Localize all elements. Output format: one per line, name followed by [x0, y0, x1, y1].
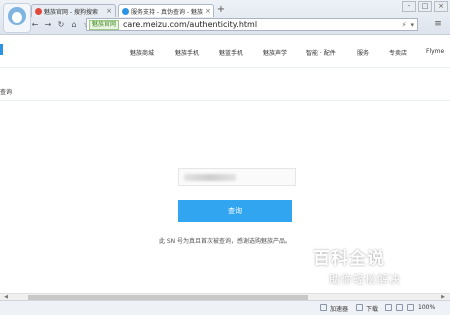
watermark-logo: 百科全说 助你轻松解决 — [313, 244, 408, 292]
meizu-icon — [122, 7, 129, 15]
download-label[interactable]: 下载 — [366, 304, 378, 313]
nav-item-mall[interactable]: 魅族商城 — [130, 48, 154, 57]
divider — [0, 100, 450, 101]
minimize-button[interactable]: - — [402, 1, 416, 12]
address-actions: ⚡ ▾ — [402, 21, 417, 29]
user-avatar[interactable] — [3, 3, 31, 33]
maximize-button[interactable]: □ — [418, 1, 432, 12]
sound-icon[interactable] — [396, 304, 403, 311]
zoom-level[interactable]: 100% — [418, 304, 435, 311]
address-url[interactable]: care.meizu.com/authenticity.html — [123, 20, 257, 29]
close-tab-icon[interactable]: × — [203, 7, 211, 15]
menu-icon[interactable]: ≡ — [432, 19, 444, 30]
new-tab-button[interactable]: + — [215, 4, 227, 16]
tab-label: 服务支持 - 真伪查询 - 魅族 — [131, 8, 203, 16]
lightning-icon[interactable]: ⚡ — [402, 21, 407, 29]
nav-buttons: ← → ↻ ⌂ ☆ — [30, 18, 92, 32]
blurred-sn-value — [184, 174, 236, 181]
watermark-title: 百科全说 — [313, 249, 385, 269]
home-icon[interactable]: ⌂ — [69, 20, 79, 30]
nav-item-stores[interactable]: 专卖店 — [389, 48, 407, 57]
status-bar: 加速器 下载 100% — [0, 300, 450, 315]
nav-item-phones[interactable]: 魅族手机 — [175, 48, 199, 57]
tab-label: 魅族官网 - 搜狗搜索 — [44, 8, 98, 16]
nav-item-acoustics[interactable]: 魅族声学 — [263, 48, 287, 57]
nav-item-meilan[interactable]: 魅蓝手机 — [219, 48, 243, 57]
site-navigation: 魅族商城 魅族手机 魅蓝手机 魅族声学 智能 · 配件 服务 专卖店 Flyme — [0, 35, 450, 68]
nav-item-accessories[interactable]: 智能 · 配件 — [306, 48, 336, 57]
dropdown-icon[interactable]: ▾ — [410, 21, 414, 29]
tab-meizu[interactable]: 服务支持 - 真伪查询 - 魅族 × — [118, 4, 214, 17]
sogou-icon — [35, 7, 42, 15]
zoom-icon[interactable] — [407, 304, 414, 311]
tool-icon[interactable] — [385, 304, 392, 311]
browser-toolbar: 魅族官网 - 搜狗搜索 × 服务支持 - 真伪查询 - 魅族 × + - □ ×… — [0, 0, 450, 35]
nav-item-service[interactable]: 服务 — [357, 48, 369, 57]
sn-input[interactable] — [178, 168, 296, 186]
refresh-icon[interactable]: ↻ — [56, 20, 66, 30]
close-tab-icon[interactable]: × — [104, 7, 112, 15]
accelerator-label[interactable]: 加速器 — [330, 304, 348, 313]
meizu-logo[interactable] — [0, 44, 3, 55]
watermark-subtitle: 助你轻松解决 — [329, 273, 401, 286]
download-icon[interactable] — [356, 304, 363, 311]
screen-icon[interactable] — [320, 304, 327, 311]
back-icon[interactable]: ← — [30, 20, 40, 30]
page-title: 查询 — [0, 89, 13, 96]
address-bar[interactable]: 魅族官网 care.meizu.com/authenticity.html ⚡ … — [86, 18, 418, 31]
nav-item-flyme[interactable]: Flyme — [426, 48, 444, 55]
window-controls: - □ × — [402, 1, 448, 12]
forward-icon[interactable]: → — [43, 20, 53, 30]
query-button[interactable]: 查询 — [178, 200, 292, 222]
site-verified-badge: 魅族官网 — [89, 19, 120, 30]
tab-sogou[interactable]: 魅族官网 - 搜狗搜索 × — [31, 4, 116, 17]
avatar-face-icon — [8, 7, 26, 25]
close-window-button[interactable]: × — [434, 1, 448, 12]
